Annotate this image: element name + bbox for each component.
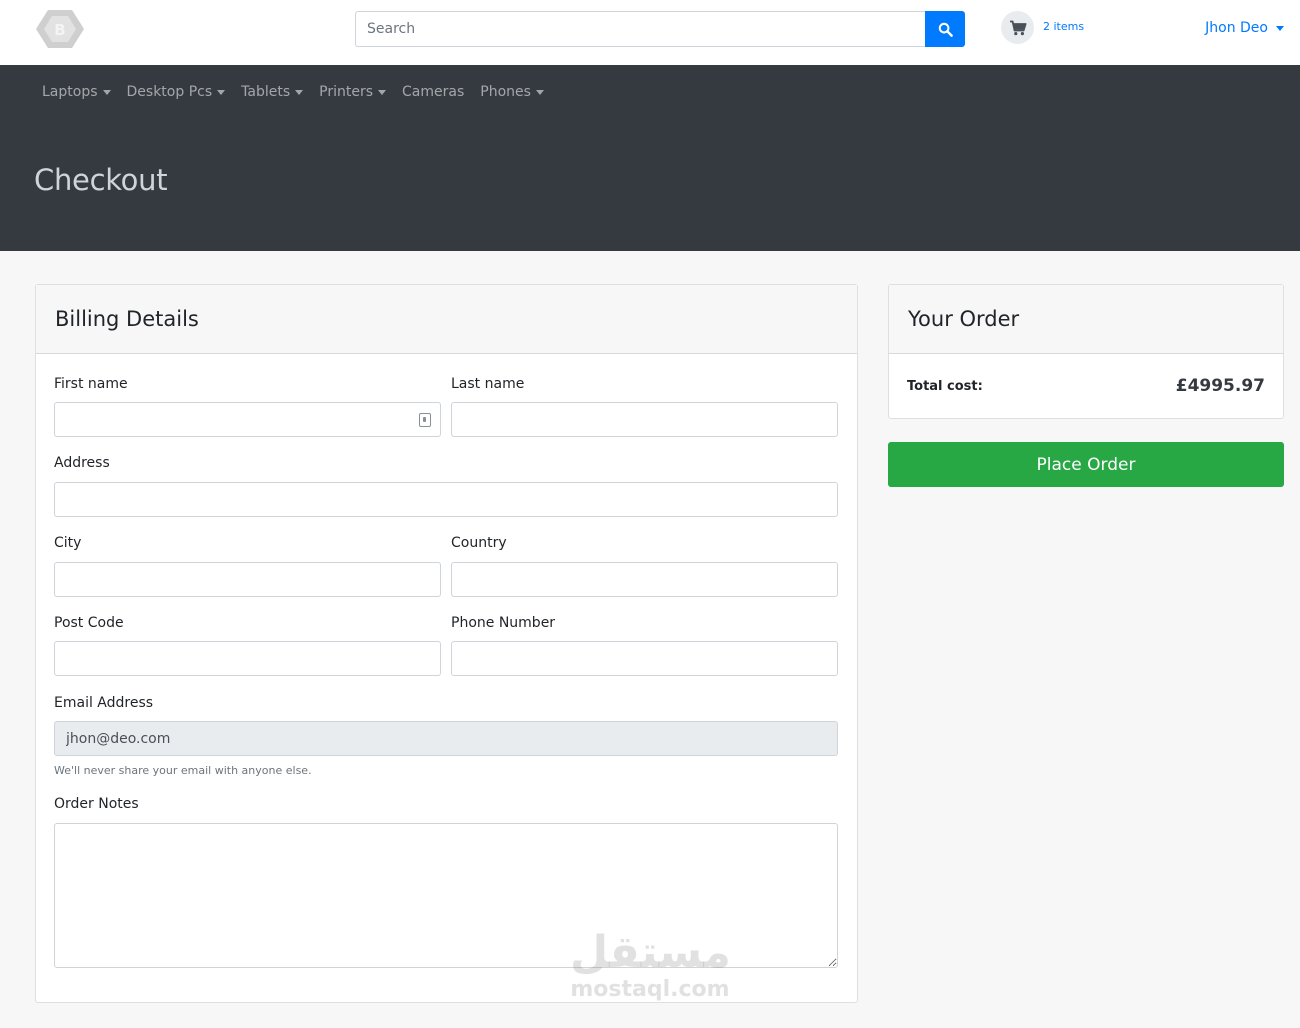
chevron-down-icon — [102, 89, 111, 95]
total-cost-value: £4995.97 — [1175, 376, 1265, 396]
last-name-field[interactable] — [451, 402, 838, 437]
email-help-text: We'll never share your email with anyone… — [54, 764, 312, 777]
order-notes-field[interactable] — [54, 823, 838, 968]
your-order-card: Your Order Total cost: £4995.97 — [888, 284, 1284, 419]
search-icon — [938, 22, 953, 37]
city-label: City — [54, 535, 82, 551]
user-name: Jhon Deo — [1205, 20, 1268, 36]
total-cost-row: Total cost: £4995.97 — [889, 354, 1283, 418]
order-notes-label: Order Notes — [54, 796, 139, 812]
post-code-field[interactable] — [54, 641, 441, 676]
address-label: Address — [54, 455, 110, 471]
first-name-field[interactable] — [54, 402, 441, 437]
billing-title: Billing Details — [55, 307, 199, 331]
logo-icon[interactable]: B — [34, 6, 86, 52]
chevron-down-icon — [1276, 25, 1284, 31]
nav-item-label: Cameras — [402, 84, 465, 100]
svg-text:B: B — [54, 21, 65, 39]
email-address-label: Email Address — [54, 695, 154, 711]
nav-item-label: Printers — [319, 84, 374, 100]
total-cost-label: Total cost: — [907, 378, 983, 394]
chevron-down-icon — [217, 89, 226, 95]
chevron-down-icon — [295, 89, 304, 95]
country-field[interactable] — [451, 562, 838, 597]
email-field[interactable] — [54, 721, 838, 756]
nav-item-label: Desktop Pcs — [126, 84, 213, 100]
shopping-cart-icon — [1009, 20, 1026, 35]
search-bar — [355, 11, 965, 47]
chevron-down-icon — [378, 89, 387, 95]
order-card-header: Your Order — [889, 285, 1283, 354]
country-label: Country — [451, 535, 507, 551]
category-nav: Laptops Desktop Pcs Tablets Printers Cam… — [34, 81, 552, 103]
search-button[interactable] — [925, 11, 965, 47]
last-name-label: Last name — [451, 376, 525, 392]
cart-button[interactable] — [1001, 11, 1034, 44]
post-code-label: Post Code — [54, 615, 124, 631]
nav-item-laptops[interactable]: Laptops — [34, 81, 119, 103]
cart-item-count[interactable]: 2 items — [1043, 20, 1084, 33]
nav-item-label: Phones — [480, 84, 531, 100]
phone-number-field[interactable] — [451, 641, 838, 676]
nav-item-tablets[interactable]: Tablets — [233, 81, 311, 103]
place-order-button[interactable]: Place Order — [888, 442, 1284, 487]
nav-item-label: Tablets — [241, 84, 291, 100]
nav-item-cameras[interactable]: Cameras — [394, 81, 472, 103]
page-hero: Laptops Desktop Pcs Tablets Printers Cam… — [0, 65, 1300, 251]
chevron-down-icon — [535, 89, 544, 95]
nav-item-printers[interactable]: Printers — [311, 81, 394, 103]
billing-card-header: Billing Details — [36, 285, 857, 354]
top-header: B 2 items Jhon Deo — [0, 0, 1300, 65]
user-menu[interactable]: Jhon Deo — [1205, 20, 1284, 36]
billing-details-card: Billing Details First name Last name Add… — [35, 284, 858, 1003]
page-title: Checkout — [34, 163, 168, 197]
address-field[interactable] — [54, 482, 838, 517]
nav-item-phones[interactable]: Phones — [472, 81, 552, 103]
city-field[interactable] — [54, 562, 441, 597]
order-title: Your Order — [908, 307, 1020, 331]
nav-item-desktop-pcs[interactable]: Desktop Pcs — [119, 81, 234, 103]
nav-item-label: Laptops — [42, 84, 98, 100]
phone-number-label: Phone Number — [451, 615, 556, 631]
first-name-label: First name — [54, 376, 128, 392]
search-input[interactable] — [355, 11, 925, 47]
